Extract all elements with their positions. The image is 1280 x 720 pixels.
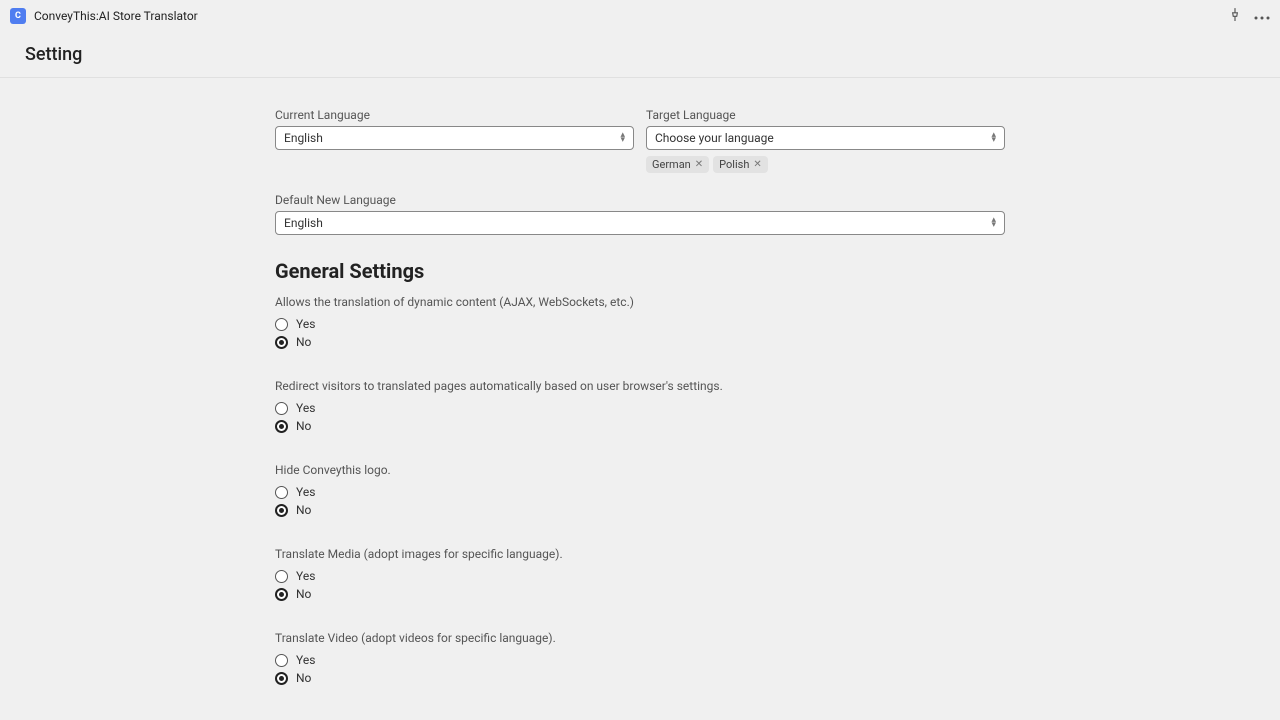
- radio-option-no[interactable]: No: [275, 503, 1005, 517]
- more-icon[interactable]: [1254, 8, 1270, 24]
- radio-option-yes[interactable]: Yes: [275, 317, 1005, 331]
- radio-icon: [275, 588, 288, 601]
- setting-item: Allows the translation of dynamic conten…: [275, 295, 1005, 349]
- chevron-updown-icon: ▴▾: [991, 218, 996, 229]
- setting-item: Hide Conveythis logo. Yes No: [275, 463, 1005, 517]
- default-language-value: English: [284, 216, 323, 230]
- radio-label: No: [296, 503, 311, 517]
- radio-icon: [275, 504, 288, 517]
- tag-label: German: [652, 158, 691, 171]
- app-title: ConveyThis:AI Store Translator: [34, 9, 1228, 23]
- radio-icon: [275, 654, 288, 667]
- setting-item: Translate Video (adopt videos for specif…: [275, 631, 1005, 685]
- setting-item: Redirect visitors to translated pages au…: [275, 379, 1005, 433]
- current-language-select[interactable]: English ▴▾: [275, 126, 634, 150]
- setting-label: Hide Conveythis logo.: [275, 463, 1005, 477]
- radio-icon: [275, 570, 288, 583]
- current-language-label: Current Language: [275, 108, 634, 122]
- general-settings-title: General Settings: [275, 259, 1005, 283]
- page-header: Setting: [0, 32, 1280, 78]
- setting-label: Translate Video (adopt videos for specif…: [275, 631, 1005, 645]
- radio-option-no[interactable]: No: [275, 335, 1005, 349]
- radio-icon: [275, 420, 288, 433]
- radio-option-no[interactable]: No: [275, 671, 1005, 685]
- default-language-label: Default New Language: [275, 193, 1005, 207]
- radio-icon: [275, 402, 288, 415]
- chevron-updown-icon: ▴▾: [620, 133, 625, 144]
- radio-label: No: [296, 587, 311, 601]
- tag-label: Polish: [719, 158, 749, 171]
- page-title: Setting: [25, 44, 1255, 65]
- target-language-placeholder: Choose your language: [655, 131, 774, 145]
- tag-remove-icon[interactable]: ✕: [695, 159, 703, 170]
- radio-label: Yes: [296, 401, 315, 415]
- radio-option-no[interactable]: No: [275, 587, 1005, 601]
- radio-option-yes[interactable]: Yes: [275, 401, 1005, 415]
- titlebar: C ConveyThis:AI Store Translator: [0, 0, 1280, 32]
- content: Current Language English ▴▾ Target Langu…: [275, 78, 1005, 685]
- radio-option-yes[interactable]: Yes: [275, 653, 1005, 667]
- radio-label: Yes: [296, 653, 315, 667]
- radio-icon: [275, 672, 288, 685]
- radio-label: No: [296, 671, 311, 685]
- language-tag: German ✕: [646, 156, 709, 173]
- radio-label: Yes: [296, 317, 315, 331]
- target-language-label: Target Language: [646, 108, 1005, 122]
- radio-option-yes[interactable]: Yes: [275, 569, 1005, 583]
- target-language-tags: German ✕ Polish ✕: [646, 156, 1005, 173]
- radio-option-yes[interactable]: Yes: [275, 485, 1005, 499]
- setting-label: Translate Media (adopt images for specif…: [275, 547, 1005, 561]
- radio-label: No: [296, 335, 311, 349]
- radio-label: Yes: [296, 569, 315, 583]
- radio-icon: [275, 336, 288, 349]
- radio-label: No: [296, 419, 311, 433]
- pin-icon[interactable]: [1228, 7, 1242, 25]
- chevron-updown-icon: ▴▾: [991, 133, 996, 144]
- current-language-value: English: [284, 131, 323, 145]
- radio-label: Yes: [296, 485, 315, 499]
- tag-remove-icon[interactable]: ✕: [753, 159, 761, 170]
- language-tag: Polish ✕: [713, 156, 768, 173]
- radio-icon: [275, 318, 288, 331]
- app-icon: C: [10, 8, 26, 24]
- default-language-select[interactable]: English ▴▾: [275, 211, 1005, 235]
- target-language-select[interactable]: Choose your language ▴▾: [646, 126, 1005, 150]
- setting-label: Redirect visitors to translated pages au…: [275, 379, 1005, 393]
- radio-icon: [275, 486, 288, 499]
- setting-label: Allows the translation of dynamic conten…: [275, 295, 1005, 309]
- radio-option-no[interactable]: No: [275, 419, 1005, 433]
- setting-item: Translate Media (adopt images for specif…: [275, 547, 1005, 601]
